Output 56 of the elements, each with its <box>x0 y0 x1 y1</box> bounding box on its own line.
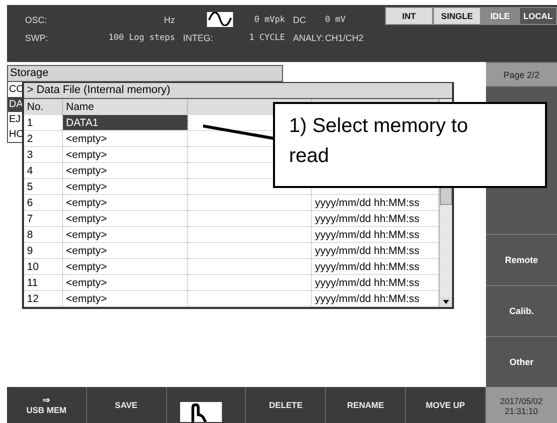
table-cell: yyyy/mm/dd hh:MM:ss <box>312 226 438 242</box>
page-button[interactable]: Page 2/2 <box>486 62 557 86</box>
status-label: OSC: <box>25 14 48 24</box>
table-cell: 6 <box>24 194 62 210</box>
table-cell: 5 <box>24 178 62 194</box>
table-cell: 11 <box>24 274 62 290</box>
table-cell: yyyy/mm/dd hh:MM:ss <box>312 258 438 274</box>
table-cell: yyyy/mm/dd hh:MM:ss <box>312 194 438 210</box>
scroll-down-arrow-icon[interactable] <box>440 297 452 307</box>
status-label: ANALY: <box>293 32 325 42</box>
mode-button[interactable]: LOCAL <box>519 7 557 25</box>
menu-item[interactable]: EJ <box>8 112 24 127</box>
mode-button[interactable]: SINGLE <box>433 7 481 25</box>
status-label: DC <box>293 14 307 24</box>
status-value: CH1/CH2 <box>325 32 365 42</box>
table-cell[interactable]: <empty> <box>62 242 188 258</box>
table-cell[interactable]: <empty> <box>62 290 188 306</box>
status-label: SWP: <box>25 32 50 42</box>
status-value: Hz <box>163 14 176 24</box>
table-cell: yyyy/mm/dd hh:MM:ss <box>312 242 438 258</box>
status-value: 0 mVpk <box>253 14 286 24</box>
table-cell[interactable]: <empty> <box>62 258 188 274</box>
status-value: 0 mV <box>325 14 346 24</box>
table-cell[interactable]: <empty> <box>62 146 188 162</box>
mode-button[interactable]: IDLE <box>481 7 519 25</box>
column-header: Name <box>62 99 188 115</box>
table-cell[interactable]: <empty> <box>62 210 188 226</box>
status-label: INTEG: <box>183 32 214 42</box>
sine-wave-icon <box>207 12 233 27</box>
column-header: No. <box>24 99 62 115</box>
table-cell: 2 <box>24 130 62 146</box>
hand-cursor-icon <box>178 402 224 422</box>
panel-title: Storage <box>7 65 283 82</box>
table-cell[interactable]: DATA1 <box>62 115 188 130</box>
table-cell: 4 <box>24 162 62 178</box>
date-time: 2017/05/02 21:31:10 <box>486 387 557 423</box>
table-cell: yyyy/mm/dd hh:MM:ss <box>312 210 438 226</box>
table-cell: 8 <box>24 226 62 242</box>
dialog-title: > Data File (Internal memory) <box>24 83 452 99</box>
table-cell: yyyy/mm/dd hh:MM:ss <box>312 290 438 306</box>
table-cell[interactable]: <empty> <box>62 130 188 146</box>
callout-tooltip: 1) Select memory to read <box>273 102 547 188</box>
table-cell[interactable]: <empty> <box>62 194 188 210</box>
table-cell: 7 <box>24 210 62 226</box>
table-cell: yyyy/mm/dd hh:MM:ss <box>312 274 438 290</box>
table-cell[interactable]: <empty> <box>62 274 188 290</box>
table-cell: 12 <box>24 290 62 306</box>
table-cell: 3 <box>24 146 62 162</box>
status-value: 100 Log steps <box>107 32 176 42</box>
status-value: 1 CYCLE <box>248 32 286 42</box>
table-cell: 9 <box>24 242 62 258</box>
mode-button[interactable]: INT <box>385 7 433 25</box>
table-cell[interactable]: <empty> <box>62 162 188 178</box>
table-cell: 10 <box>24 258 62 274</box>
table-cell[interactable]: <empty> <box>62 226 188 242</box>
table-cell[interactable]: <empty> <box>62 178 188 194</box>
